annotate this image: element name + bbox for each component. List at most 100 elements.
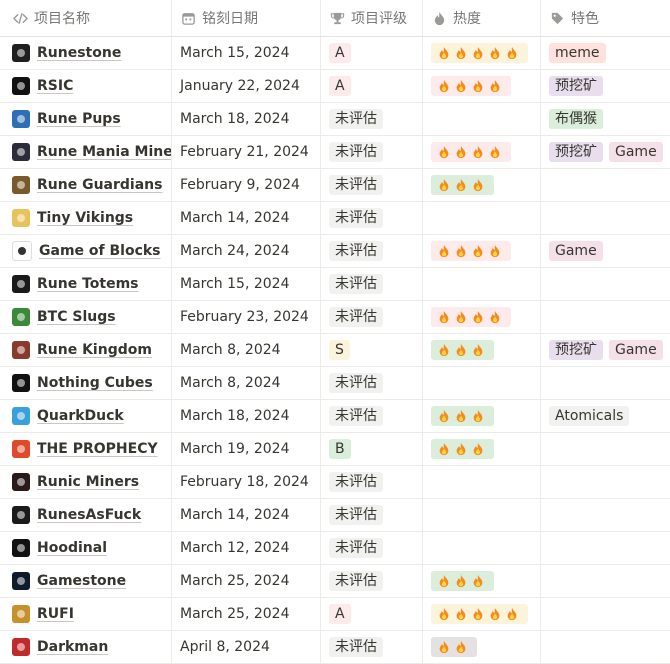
- cell-name[interactable]: Rune Guardians: [0, 169, 172, 201]
- cell-rating[interactable]: 未评估: [321, 400, 423, 432]
- cell-date[interactable]: March 14, 2024: [172, 499, 321, 531]
- table-row[interactable]: Tiny Vikings March 14, 2024 未评估: [0, 202, 670, 235]
- cell-heat[interactable]: [423, 532, 541, 564]
- cell-date[interactable]: February 18, 2024: [172, 466, 321, 498]
- cell-date[interactable]: March 14, 2024: [172, 202, 321, 234]
- cell-date[interactable]: March 24, 2024: [172, 235, 321, 267]
- cell-date[interactable]: February 23, 2024: [172, 301, 321, 333]
- cell-date[interactable]: February 9, 2024: [172, 169, 321, 201]
- cell-rating[interactable]: 未评估: [321, 631, 423, 663]
- project-name-link[interactable]: RunesAsFuck: [37, 507, 141, 523]
- header-date[interactable]: 铭刻日期: [172, 0, 321, 36]
- cell-feature[interactable]: [541, 433, 670, 465]
- cell-date[interactable]: January 22, 2024: [172, 70, 321, 102]
- cell-rating[interactable]: 未评估: [321, 532, 423, 564]
- cell-name[interactable]: THE PROPHECY: [0, 433, 172, 465]
- cell-date[interactable]: March 19, 2024: [172, 433, 321, 465]
- cell-rating[interactable]: A: [321, 598, 423, 630]
- cell-date[interactable]: February 21, 2024: [172, 136, 321, 168]
- table-row[interactable]: THE PROPHECY March 19, 2024 B: [0, 433, 670, 466]
- table-row[interactable]: QuarkDuck March 18, 2024 未评估 Atomicals: [0, 400, 670, 433]
- table-row[interactable]: BTC Slugs February 23, 2024 未评估: [0, 301, 670, 334]
- cell-feature[interactable]: 预挖矿: [541, 70, 670, 102]
- cell-date[interactable]: April 8, 2024: [172, 631, 321, 663]
- cell-name[interactable]: Rune Kingdom: [0, 334, 172, 366]
- project-name-link[interactable]: Gamestone: [37, 573, 126, 589]
- cell-feature[interactable]: [541, 631, 670, 663]
- cell-name[interactable]: QuarkDuck: [0, 400, 172, 432]
- table-row[interactable]: Rune Pups March 18, 2024 未评估 布偶猴: [0, 103, 670, 136]
- project-name-link[interactable]: Rune Pups: [37, 111, 121, 127]
- project-name-link[interactable]: RUFI: [37, 606, 74, 622]
- cell-heat[interactable]: [423, 37, 541, 69]
- cell-feature[interactable]: 布偶猴: [541, 103, 670, 135]
- header-rating[interactable]: 项目评级: [321, 0, 423, 36]
- cell-name[interactable]: Rune Mania Miner: [0, 136, 172, 168]
- cell-heat[interactable]: [423, 466, 541, 498]
- cell-rating[interactable]: A: [321, 37, 423, 69]
- cell-feature[interactable]: [541, 598, 670, 630]
- cell-heat[interactable]: [423, 400, 541, 432]
- cell-feature[interactable]: [541, 169, 670, 201]
- cell-rating[interactable]: S: [321, 334, 423, 366]
- cell-name[interactable]: RunesAsFuck: [0, 499, 172, 531]
- project-name-link[interactable]: Nothing Cubes: [37, 375, 153, 391]
- cell-feature[interactable]: 预挖矿 Game: [541, 334, 670, 366]
- table-row[interactable]: RUFI March 25, 2024 A: [0, 598, 670, 631]
- project-name-link[interactable]: Runic Miners: [37, 474, 139, 490]
- table-row[interactable]: Rune Guardians February 9, 2024 未评估: [0, 169, 670, 202]
- cell-feature[interactable]: [541, 367, 670, 399]
- cell-feature[interactable]: 预挖矿 Game: [541, 136, 670, 168]
- project-name-link[interactable]: RSIC: [37, 78, 73, 94]
- cell-feature[interactable]: [541, 499, 670, 531]
- project-name-link[interactable]: Hoodinal: [37, 540, 107, 556]
- project-name-link[interactable]: THE PROPHECY: [37, 441, 158, 457]
- cell-feature[interactable]: meme: [541, 37, 670, 69]
- table-row[interactable]: Rune Mania Miner February 21, 2024 未评估 预挖矿 G…: [0, 136, 670, 169]
- cell-date[interactable]: March 8, 2024: [172, 334, 321, 366]
- cell-date[interactable]: March 8, 2024: [172, 367, 321, 399]
- project-name-link[interactable]: Runestone: [37, 45, 121, 61]
- cell-heat[interactable]: [423, 598, 541, 630]
- project-name-link[interactable]: Darkman: [37, 639, 108, 655]
- cell-heat[interactable]: [423, 169, 541, 201]
- cell-name[interactable]: Runestone: [0, 37, 172, 69]
- cell-heat[interactable]: [423, 202, 541, 234]
- cell-feature[interactable]: [541, 565, 670, 597]
- cell-heat[interactable]: [423, 70, 541, 102]
- cell-name[interactable]: Rune Pups: [0, 103, 172, 135]
- cell-heat[interactable]: [423, 565, 541, 597]
- cell-feature[interactable]: [541, 466, 670, 498]
- cell-date[interactable]: March 25, 2024: [172, 598, 321, 630]
- cell-rating[interactable]: 未评估: [321, 565, 423, 597]
- table-row[interactable]: Gamestone March 25, 2024 未评估: [0, 565, 670, 598]
- cell-rating[interactable]: 未评估: [321, 235, 423, 267]
- table-row[interactable]: Darkman April 8, 2024 未评估: [0, 631, 670, 664]
- project-name-link[interactable]: Rune Totems: [37, 276, 139, 292]
- project-name-link[interactable]: BTC Slugs: [37, 309, 116, 325]
- cell-heat[interactable]: [423, 268, 541, 300]
- cell-date[interactable]: March 15, 2024: [172, 37, 321, 69]
- cell-name[interactable]: Nothing Cubes: [0, 367, 172, 399]
- project-name-link[interactable]: Rune Mania Miner: [37, 144, 171, 160]
- cell-date[interactable]: March 18, 2024: [172, 400, 321, 432]
- cell-heat[interactable]: [423, 103, 541, 135]
- cell-rating[interactable]: 未评估: [321, 103, 423, 135]
- cell-rating[interactable]: 未评估: [321, 169, 423, 201]
- cell-date[interactable]: March 12, 2024: [172, 532, 321, 564]
- header-heat[interactable]: 热度: [423, 0, 541, 36]
- table-row[interactable]: Runestone March 15, 2024 Ameme: [0, 37, 670, 70]
- project-name-link[interactable]: Rune Guardians: [37, 177, 162, 193]
- cell-name[interactable]: Tiny Vikings: [0, 202, 172, 234]
- cell-feature[interactable]: [541, 268, 670, 300]
- cell-rating[interactable]: 未评估: [321, 499, 423, 531]
- cell-name[interactable]: Rune Totems: [0, 268, 172, 300]
- table-row[interactable]: Nothing Cubes March 8, 2024 未评估: [0, 367, 670, 400]
- cell-name[interactable]: RSIC: [0, 70, 172, 102]
- cell-feature[interactable]: Atomicals: [541, 400, 670, 432]
- project-name-link[interactable]: Tiny Vikings: [37, 210, 133, 226]
- cell-heat[interactable]: [423, 499, 541, 531]
- cell-heat[interactable]: [423, 631, 541, 663]
- cell-date[interactable]: March 25, 2024: [172, 565, 321, 597]
- cell-name[interactable]: Runic Miners: [0, 466, 172, 498]
